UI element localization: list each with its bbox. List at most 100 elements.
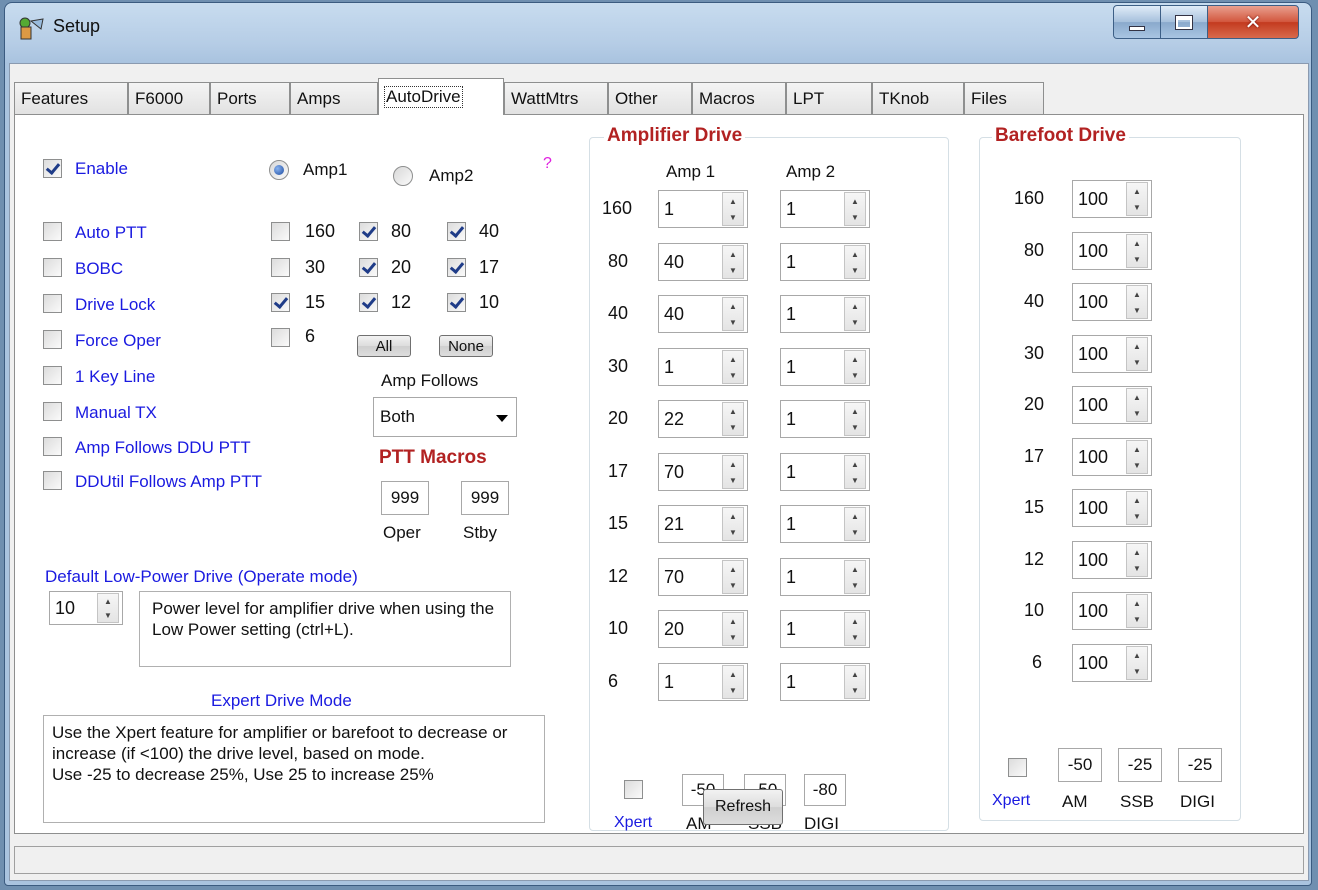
tab-lpt[interactable]: LPT [786,82,872,114]
amp1-drive-spinner[interactable]: 22 ▲ ▼ [658,400,748,438]
amp-follows-ddu-ptt-checkbox[interactable] [43,437,62,456]
amp2-drive-spinner[interactable]: 1 ▲ ▼ [780,505,870,543]
spinner-arrows-icon[interactable]: ▲ ▼ [1126,543,1148,577]
barefoot-xpert-checkbox[interactable] [1008,758,1027,777]
amp1-drive-spinner[interactable]: 70 ▲ ▼ [658,453,748,491]
amp1-drive-spinner[interactable]: 20 ▲ ▼ [658,610,748,648]
spinner-arrows-icon[interactable]: ▲ ▼ [1126,440,1148,474]
spinner-arrows-icon[interactable]: ▲ ▼ [722,192,744,226]
minimize-button[interactable] [1113,5,1161,39]
tab-wattmtrs[interactable]: WattMtrs [504,82,608,114]
spinner-arrows-icon[interactable]: ▲ ▼ [844,350,866,384]
spinner-arrows-icon[interactable]: ▲ ▼ [844,612,866,646]
spinner-arrows-icon[interactable]: ▲ ▼ [722,245,744,279]
amp1-drive-spinner[interactable]: 40 ▲ ▼ [658,295,748,333]
amp2-drive-spinner[interactable]: 1 ▲ ▼ [780,453,870,491]
barefoot-drive-spinner[interactable]: 100 ▲ ▼ [1072,335,1152,373]
tab-ports[interactable]: Ports [210,82,290,114]
barefoot-xpert-digi-field[interactable]: -25 [1178,748,1222,782]
ddutil-follows-amp-ptt-checkbox[interactable] [43,471,62,490]
spinner-arrows-icon[interactable]: ▲ ▼ [1126,337,1148,371]
spinner-arrows-icon[interactable]: ▲ ▼ [722,665,744,699]
spinner-arrows-icon[interactable]: ▲ ▼ [722,455,744,489]
spinner-arrows-icon[interactable]: ▲ ▼ [722,297,744,331]
barefoot-drive-spinner[interactable]: 100 ▲ ▼ [1072,283,1152,321]
amp1-drive-spinner[interactable]: 1 ▲ ▼ [658,348,748,386]
band-20-checkbox[interactable] [359,258,378,277]
band-12-checkbox[interactable] [359,293,378,312]
barefoot-drive-spinner[interactable]: 100 ▲ ▼ [1072,541,1152,579]
tab-features[interactable]: Features [14,82,128,114]
auto-ptt-checkbox[interactable] [43,222,62,241]
spinner-arrows-icon[interactable]: ▲ ▼ [1126,646,1148,680]
title-bar[interactable]: Setup ✕ [5,3,1311,63]
band-30-checkbox[interactable] [271,258,290,277]
spinner-arrows-icon[interactable]: ▲ ▼ [1126,594,1148,628]
spinner-arrows-icon[interactable]: ▲ ▼ [97,593,119,623]
spinner-arrows-icon[interactable]: ▲ ▼ [1126,234,1148,268]
amp-xpert-checkbox[interactable] [624,780,643,799]
amp1-drive-spinner[interactable]: 70 ▲ ▼ [658,558,748,596]
tab-other[interactable]: Other [608,82,692,114]
no-bands-button[interactable]: None [439,335,493,357]
tab-autodrive[interactable]: AutoDrive [378,78,504,115]
amp1-drive-spinner[interactable]: 1 ▲ ▼ [658,663,748,701]
enable-checkbox[interactable] [43,159,62,178]
spinner-arrows-icon[interactable]: ▲ ▼ [844,192,866,226]
maximize-button[interactable] [1160,5,1208,39]
barefoot-drive-spinner[interactable]: 100 ▲ ▼ [1072,644,1152,682]
amp2-drive-spinner[interactable]: 1 ▲ ▼ [780,190,870,228]
tab-f6000[interactable]: F6000 [128,82,210,114]
amp2-drive-spinner[interactable]: 1 ▲ ▼ [780,610,870,648]
spinner-arrows-icon[interactable]: ▲ ▼ [722,612,744,646]
amp1-radio[interactable] [269,160,289,180]
spinner-arrows-icon[interactable]: ▲ ▼ [844,507,866,541]
all-bands-button[interactable]: All [357,335,411,357]
spinner-arrows-icon[interactable]: ▲ ▼ [844,560,866,594]
refresh-button[interactable]: Refresh [703,789,783,825]
spinner-arrows-icon[interactable]: ▲ ▼ [722,402,744,436]
spinner-arrows-icon[interactable]: ▲ ▼ [1126,491,1148,525]
spinner-arrows-icon[interactable]: ▲ ▼ [1126,388,1148,422]
spinner-arrows-icon[interactable]: ▲ ▼ [1126,182,1148,216]
tab-tknob[interactable]: TKnob [872,82,964,114]
barefoot-drive-spinner[interactable]: 100 ▲ ▼ [1072,180,1152,218]
barefoot-xpert-ssb-field[interactable]: -25 [1118,748,1162,782]
manual-tx-checkbox[interactable] [43,402,62,421]
drive-lock-checkbox[interactable] [43,294,62,313]
band-80-checkbox[interactable] [359,222,378,241]
barefoot-drive-spinner[interactable]: 100 ▲ ▼ [1072,386,1152,424]
close-button[interactable]: ✕ [1207,5,1299,39]
barefoot-drive-spinner[interactable]: 100 ▲ ▼ [1072,489,1152,527]
spinner-arrows-icon[interactable]: ▲ ▼ [722,507,744,541]
spinner-arrows-icon[interactable]: ▲ ▼ [844,665,866,699]
bobc-checkbox[interactable] [43,258,62,277]
ptt-stby-macro-field[interactable]: 999 [461,481,509,515]
band-40-checkbox[interactable] [447,222,466,241]
amp2-radio[interactable] [393,166,413,186]
ptt-oper-macro-field[interactable]: 999 [381,481,429,515]
amp-xpert-digi-field[interactable]: -80 [804,774,846,806]
amp1-drive-spinner[interactable]: 21 ▲ ▼ [658,505,748,543]
force-oper-checkbox[interactable] [43,330,62,349]
barefoot-drive-spinner[interactable]: 100 ▲ ▼ [1072,438,1152,476]
amp2-drive-spinner[interactable]: 1 ▲ ▼ [780,663,870,701]
amp2-drive-spinner[interactable]: 1 ▲ ▼ [780,243,870,281]
amp-follows-dropdown[interactable]: Both [373,397,517,437]
spinner-arrows-icon[interactable]: ▲ ▼ [844,245,866,279]
spinner-arrows-icon[interactable]: ▲ ▼ [722,350,744,384]
amp1-drive-spinner[interactable]: 1 ▲ ▼ [658,190,748,228]
band-160-checkbox[interactable] [271,222,290,241]
spinner-arrows-icon[interactable]: ▲ ▼ [1126,285,1148,319]
band-6-checkbox[interactable] [271,328,290,347]
amp2-drive-spinner[interactable]: 1 ▲ ▼ [780,295,870,333]
band-15-checkbox[interactable] [271,293,290,312]
barefoot-drive-spinner[interactable]: 100 ▲ ▼ [1072,592,1152,630]
band-17-checkbox[interactable] [447,258,466,277]
spinner-arrows-icon[interactable]: ▲ ▼ [722,560,744,594]
spinner-arrows-icon[interactable]: ▲ ▼ [844,297,866,331]
help-icon[interactable]: ? [543,155,552,173]
tab-amps[interactable]: Amps [290,82,378,114]
low-power-spinner[interactable]: 10 ▲ ▼ [49,591,123,625]
amp2-drive-spinner[interactable]: 1 ▲ ▼ [780,400,870,438]
